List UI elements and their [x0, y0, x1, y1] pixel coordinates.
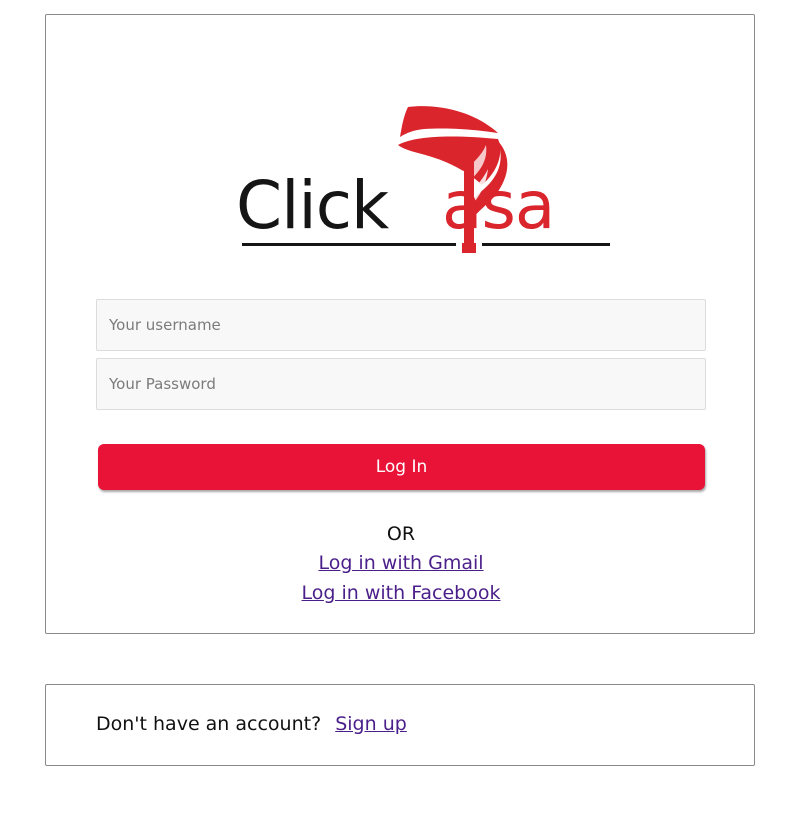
- clickpasa-logo: Click asa: [236, 105, 610, 255]
- logo-underline-right: [482, 243, 610, 246]
- login-card: Click asa Log In OR Log in with Gmail Lo…: [45, 14, 755, 634]
- facebook-login-row: Log in with Facebook: [46, 582, 756, 604]
- gmail-login-row: Log in with Gmail: [46, 552, 756, 574]
- signup-link[interactable]: Sign up: [335, 713, 407, 735]
- username-input[interactable]: [96, 299, 706, 351]
- logo-text-asa: asa: [442, 167, 555, 244]
- facebook-login-link[interactable]: Log in with Facebook: [302, 582, 501, 604]
- password-input[interactable]: [96, 358, 706, 410]
- signup-row: Don't have an account? Sign up: [96, 713, 407, 735]
- or-separator: OR: [386, 523, 416, 545]
- logo-underline-left: [242, 243, 456, 246]
- signup-card: Don't have an account? Sign up: [45, 684, 755, 766]
- logo-text-click: Click: [236, 167, 389, 244]
- gmail-login-link[interactable]: Log in with Gmail: [318, 552, 483, 574]
- login-button[interactable]: Log In: [98, 444, 705, 490]
- signup-prompt: Don't have an account?: [96, 713, 322, 735]
